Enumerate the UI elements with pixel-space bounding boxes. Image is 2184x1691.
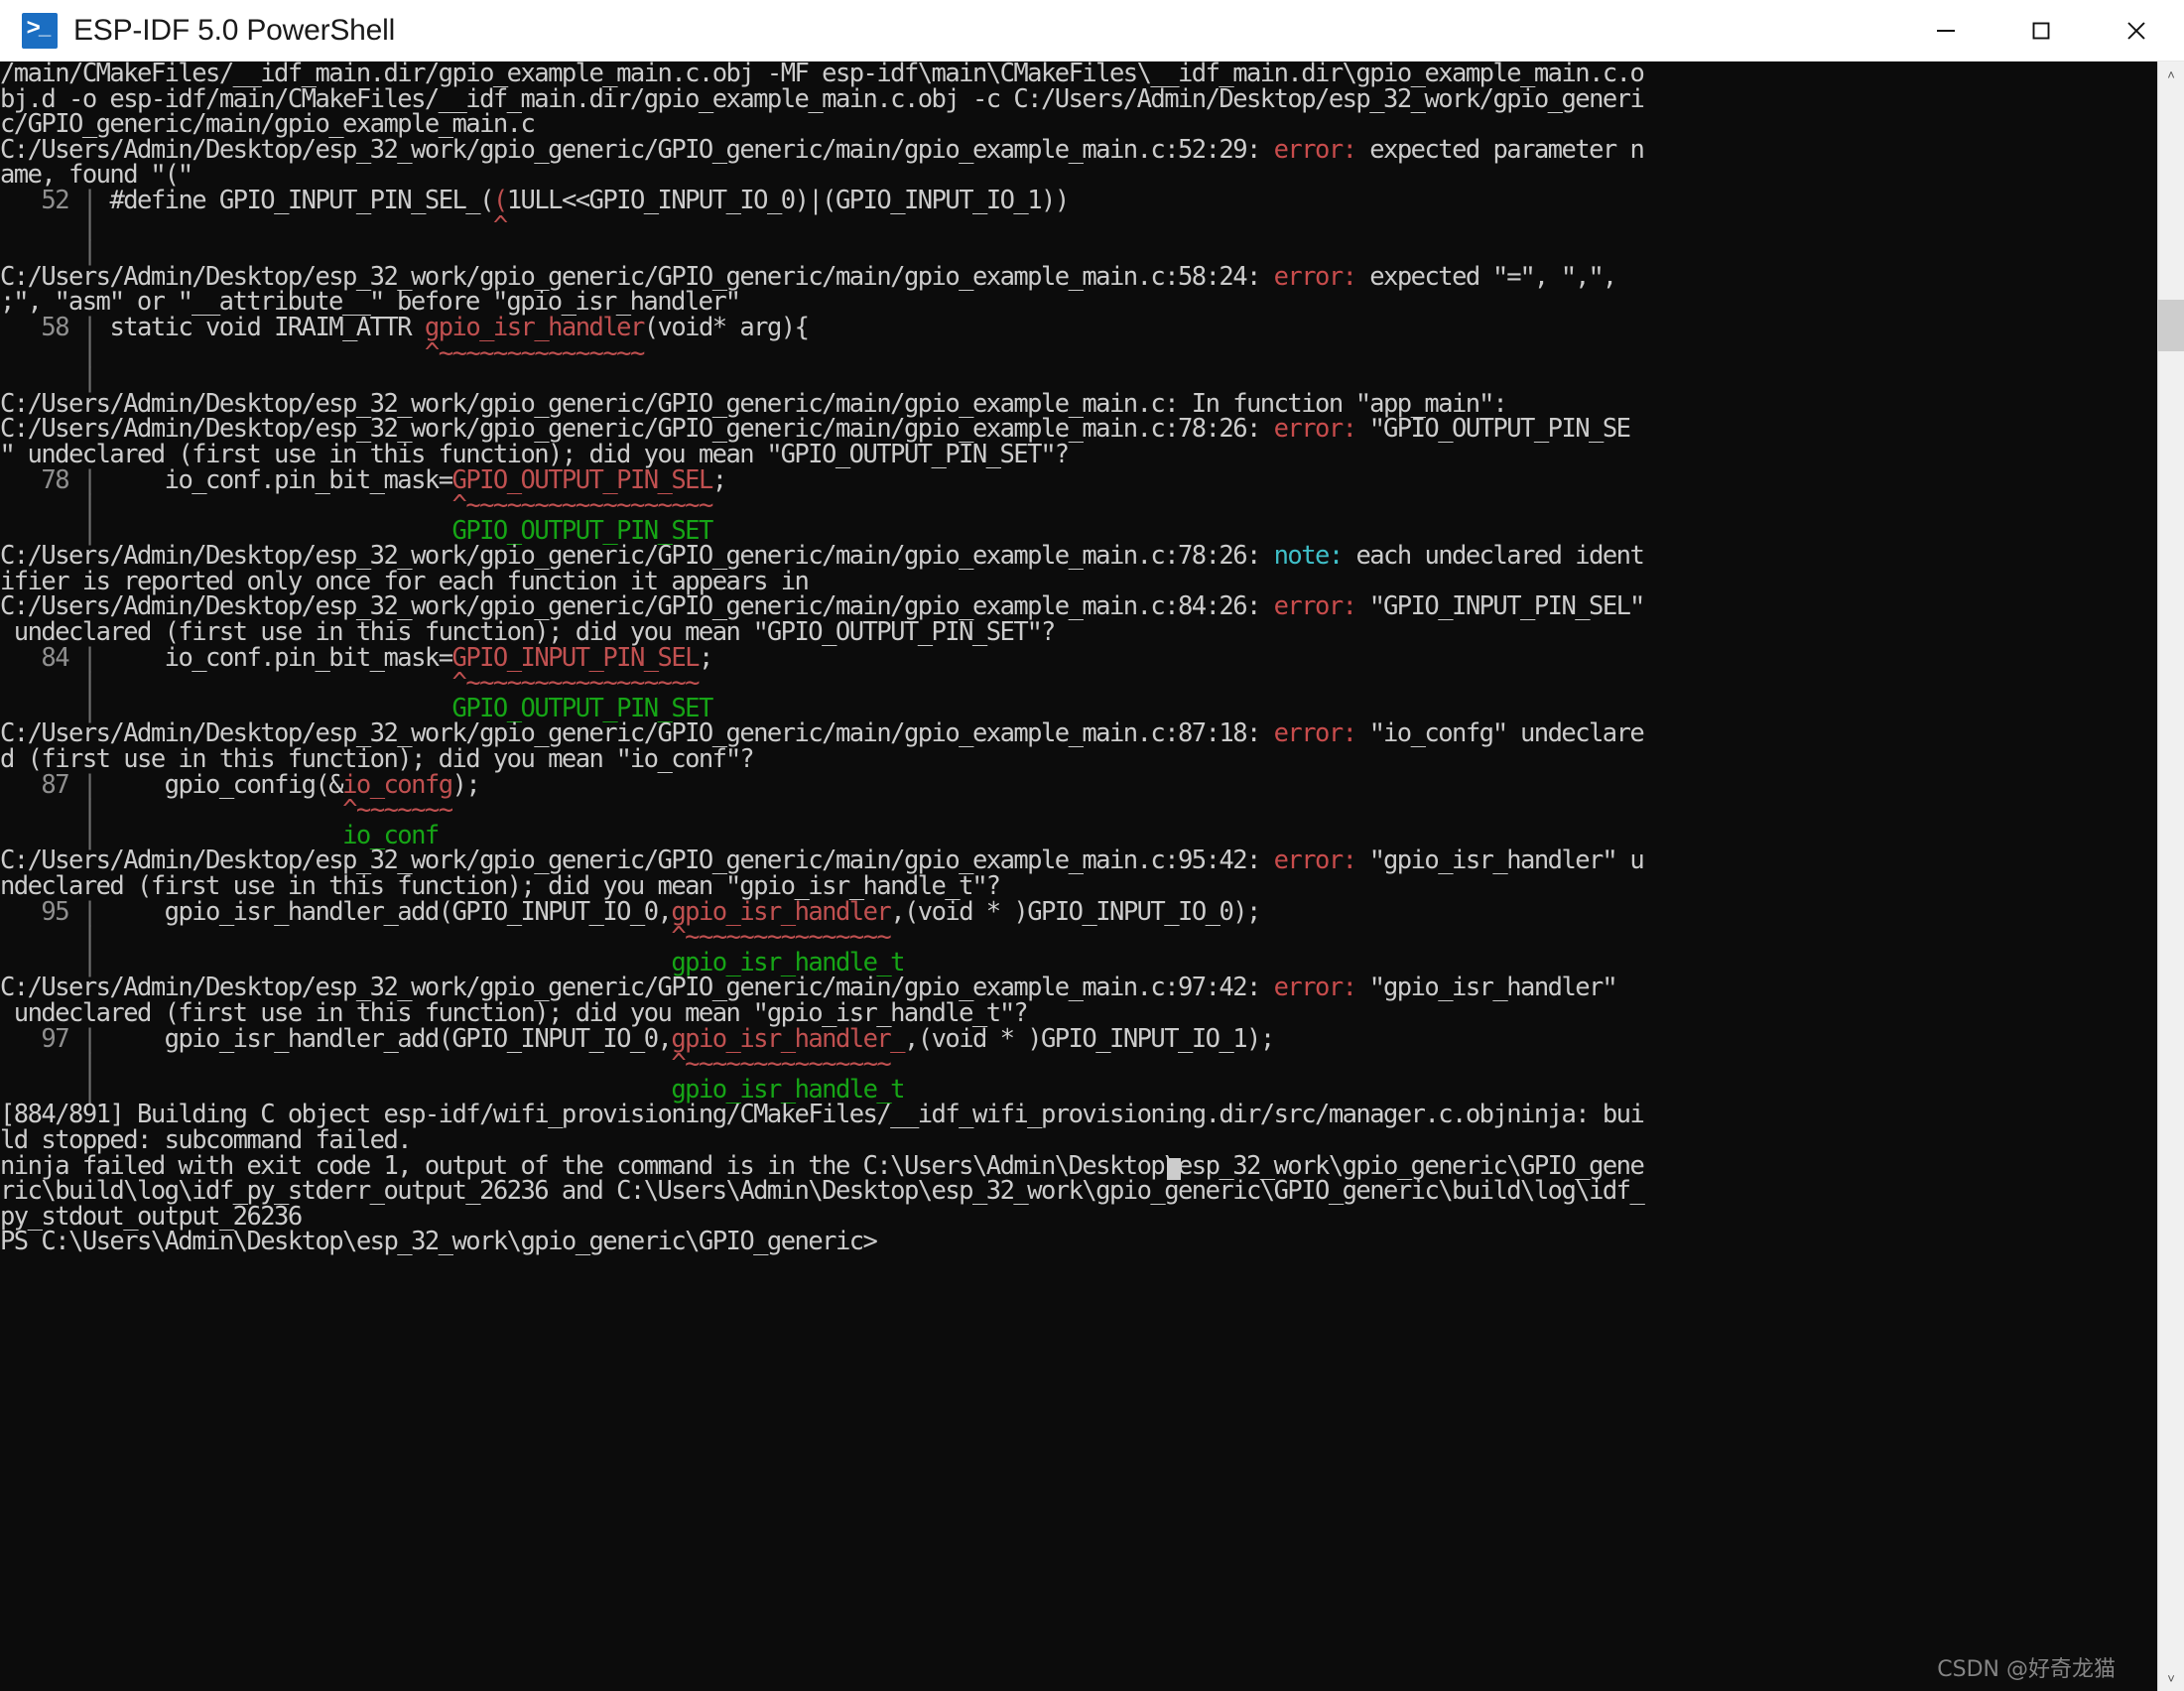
console-span: error: — [1273, 414, 1357, 445]
console-span: ; — [711, 464, 727, 495]
close-icon — [2127, 21, 2145, 40]
close-button[interactable] — [2089, 0, 2184, 62]
console-span: error: — [1273, 261, 1357, 292]
console-span — [96, 211, 493, 241]
console-span: ; — [698, 642, 713, 673]
scroll-down-arrow-icon[interactable]: ˅ — [2158, 1665, 2184, 1691]
console-line: ric\build\log\idf_py_stderr_output_26236… — [0, 1178, 2157, 1205]
scroll-up-arrow-icon[interactable]: ˄ — [2158, 62, 2184, 87]
console-output[interactable]: /main/CMakeFiles/__idf_main.dir/gpio_exa… — [0, 62, 2157, 1691]
console-span: expected parameter n — [1355, 134, 1645, 165]
vertical-scrollbar[interactable]: ˄ ˅ — [2157, 62, 2184, 1691]
console-span: ,(void * )GPIO_INPUT_IO_1); — [903, 1023, 1275, 1054]
powershell-window: ESP-IDF 5.0 PowerShell / — [0, 0, 2184, 1691]
console-span: expected ʺ=ʺ, ʺ,ʺ, — [1355, 261, 1617, 292]
console-span: ); — [451, 769, 481, 800]
console-text: /main/CMakeFiles/__idf_main.dir/gpio_exa… — [0, 62, 2157, 1255]
console-span: error: — [1273, 973, 1357, 1003]
console-span — [96, 338, 425, 368]
console-span: error: — [1273, 718, 1357, 749]
titlebar-left: ESP-IDF 5.0 PowerShell — [22, 12, 1898, 49]
console-line: | ^ — [0, 210, 2157, 241]
powershell-icon — [22, 12, 58, 49]
console-span: 1ULL<<GPIO_INPUT_IO_0)|(GPIO_INPUT_IO_1)… — [506, 185, 1070, 215]
console-span: (void* arg){ — [643, 312, 810, 342]
minimize-button[interactable] — [1898, 0, 1993, 62]
terminal-area: /main/CMakeFiles/__idf_main.dir/gpio_exa… — [0, 62, 2184, 1691]
console-span: PS C:\Users\Admin\Desktop\esp_32_work\gp… — [0, 1227, 891, 1257]
maximize-button[interactable] — [1993, 0, 2089, 62]
console-span: note: — [1273, 541, 1345, 572]
console-span: ^~~~~~~~~~~~~~~~ — [424, 337, 645, 368]
maximize-icon — [2032, 22, 2050, 39]
console-span: ʺGPIO_OUTPUT_PIN_SE — [1355, 414, 1631, 445]
console-line: | ^~~~~~~~~~~~~~~~ — [0, 337, 2157, 368]
console-span: ,(void * )GPIO_INPUT_IO_0); — [890, 896, 1261, 927]
console-span: error: — [1273, 134, 1357, 165]
console-span: error: — [1273, 846, 1357, 876]
window-titlebar[interactable]: ESP-IDF 5.0 PowerShell — [0, 0, 2184, 62]
console-span: ^ — [492, 210, 508, 241]
scrollbar-thumb[interactable] — [2158, 300, 2184, 351]
console-span: error: — [1273, 591, 1357, 622]
window-title: ESP-IDF 5.0 PowerShell — [73, 13, 396, 47]
console-span: ʺGPIO_INPUT_PIN_SELʺ — [1355, 591, 1645, 622]
minimize-icon — [1937, 29, 1955, 32]
console-span: ʺgpio_isr_handlerʺ — [1355, 973, 1617, 1003]
text-cursor — [1167, 1158, 1181, 1180]
console-span: ʺgpio_isr_handlerʺ u — [1355, 846, 1645, 876]
window-controls — [1898, 0, 2184, 62]
console-line: PS C:\Users\Admin\Desktop\esp_32_work\gp… — [0, 1230, 2157, 1255]
watermark-label: CSDN @好奇龙猫 — [1937, 1657, 2116, 1682]
console-span: each undeclared ident — [1342, 541, 1644, 572]
console-span: ʺio_confgʺ undeclare — [1355, 718, 1645, 749]
console-line: C:/Users/Admin/Desktop/esp_32_work/gpio_… — [0, 134, 2157, 165]
